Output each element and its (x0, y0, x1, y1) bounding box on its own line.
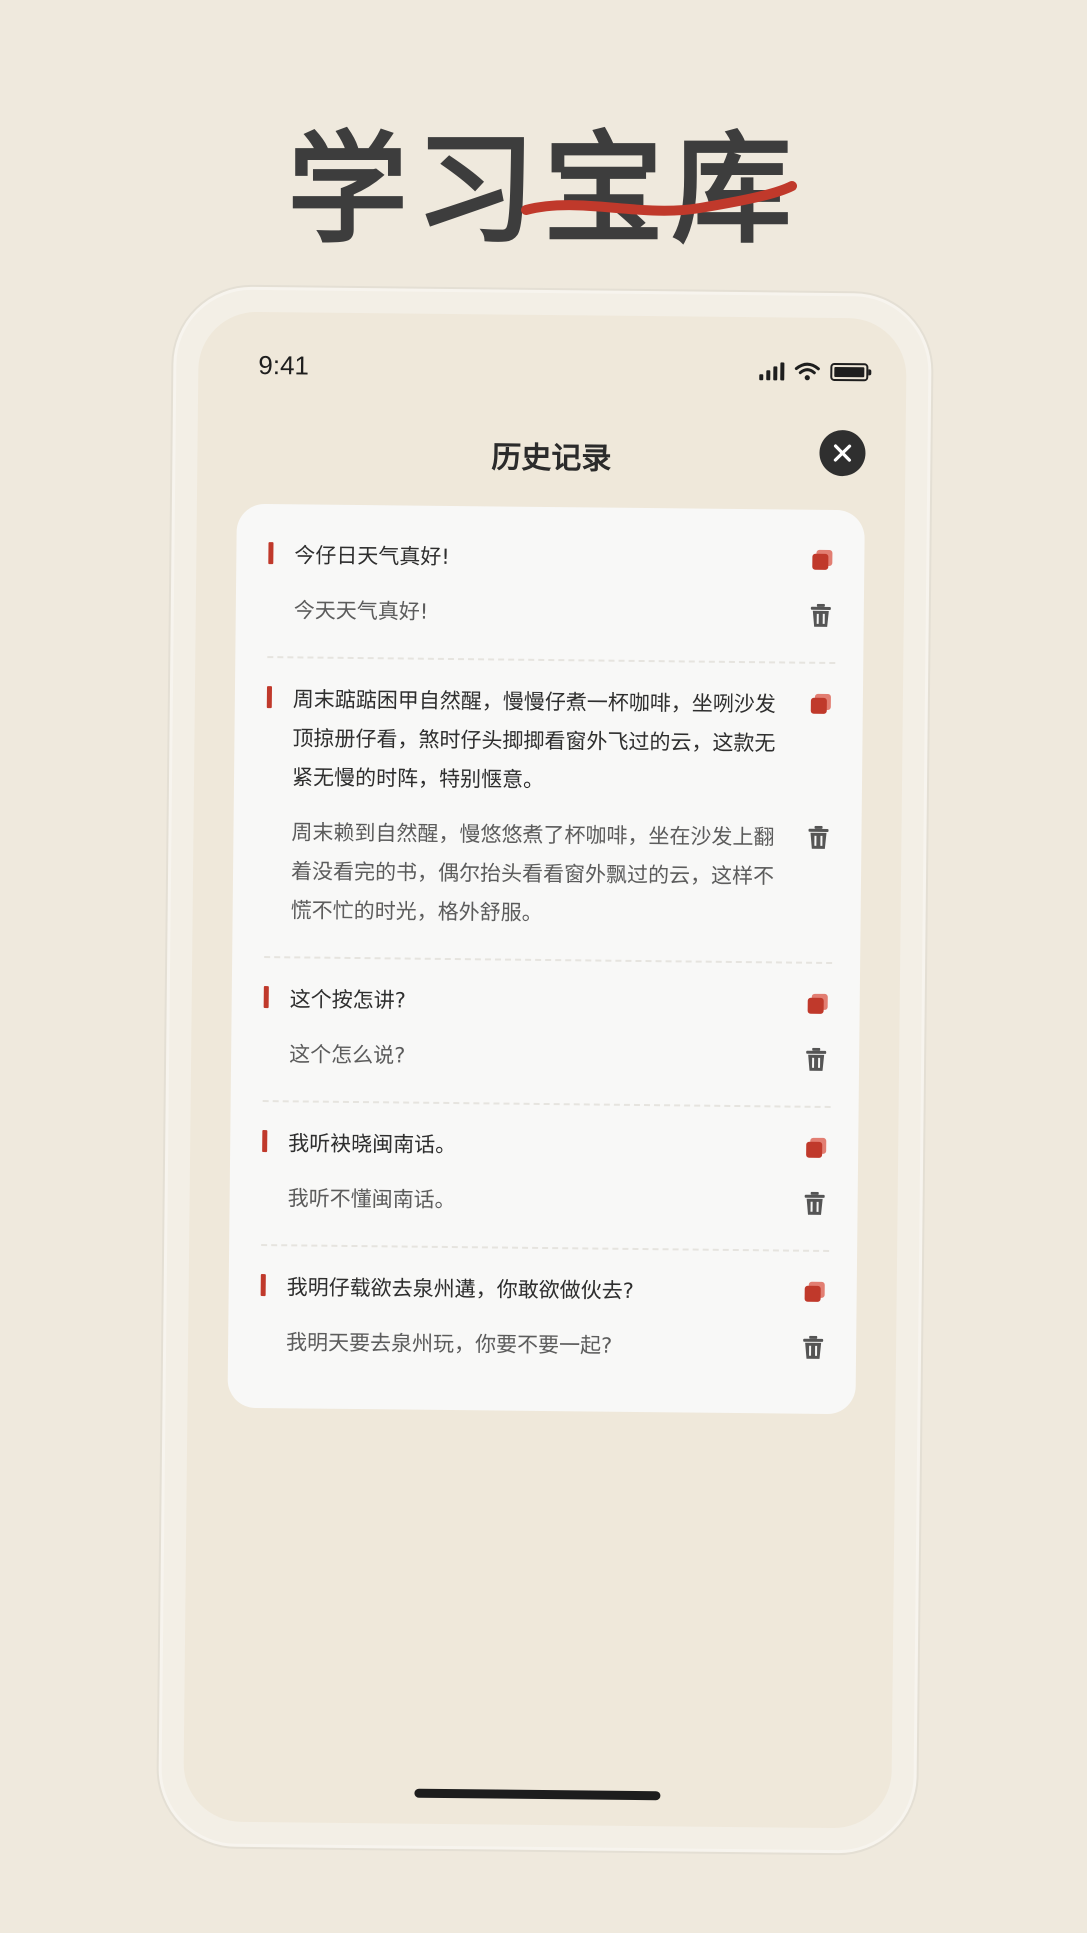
title-underline-brushstroke (521, 181, 797, 216)
copy-icon[interactable] (810, 548, 834, 572)
entry-translation-text: 我听不懂闽南话。 (287, 1186, 456, 1213)
status-bar: 9:41 (198, 349, 906, 396)
history-entry: 周末踮踮困甲自然醒，慢慢仔煮一杯咖啡，坐咧沙发顶掠册仔看，煞时仔头揤揤看窗外飞过… (264, 658, 836, 965)
trash-icon[interactable] (805, 1047, 827, 1072)
copy-icon[interactable] (806, 992, 830, 1016)
entry-translation-text: 周末赖到自然醒，慢悠悠煮了杯咖啡，坐在沙发上翻着没看完的书，偶尔抬头看看窗外飘过… (290, 820, 775, 925)
copy-icon[interactable] (809, 692, 833, 716)
entry-original-text: 我明仔载欲去泉州遘，你敢欲做伙去? (286, 1275, 634, 1303)
home-indicator[interactable] (414, 1788, 661, 1801)
entry-original-text: 这个按怎讲? (289, 987, 407, 1013)
status-icons (759, 361, 869, 382)
cellular-signal-icon (759, 362, 785, 381)
entry-translation-text: 今天天气真好! (293, 598, 429, 624)
history-entry: 这个按怎讲? 这个怎么说? (262, 958, 833, 1108)
entry-original-text: 我听袂晓闽南话。 (288, 1131, 457, 1158)
history-list: 今仔日天气真好! 今天天气真好! 周末踮踮困甲自然醒，慢慢仔煮一杯咖啡，坐咧沙发… (227, 503, 865, 1415)
entry-translation-text: 我明天要去泉州玩，你要不要一起? (286, 1330, 613, 1358)
copy-icon[interactable] (803, 1280, 827, 1304)
close-icon (833, 444, 852, 462)
close-button[interactable] (819, 429, 866, 477)
entry-translation-text: 这个怎么说? (289, 1042, 406, 1068)
history-entry: 今仔日天气真好! 今天天气真好! (267, 514, 837, 665)
trash-icon[interactable] (803, 1191, 825, 1216)
entry-original-text: 今仔日天气真好! (294, 543, 450, 569)
battery-icon (830, 362, 869, 382)
history-entry: 我听袂晓闽南话。 我听不懂闽南话。 (261, 1102, 831, 1252)
entry-marker (266, 686, 273, 709)
phone-screen: 9:41 历史记录 今仔日天气真好! 今天天气真好! 周末踮踮困甲自然醒，慢慢仔… (183, 311, 907, 1829)
trash-icon[interactable] (810, 603, 832, 628)
status-time: 9:41 (258, 349, 310, 381)
phone-frame: 9:41 历史记录 今仔日天气真好! 今天天气真好! 周末踮踮困甲自然醒，慢慢仔… (157, 286, 933, 1854)
copy-icon[interactable] (804, 1136, 828, 1160)
trash-icon[interactable] (807, 825, 829, 850)
entry-marker (260, 1274, 266, 1297)
trash-icon[interactable] (802, 1335, 824, 1360)
entry-marker (262, 1130, 268, 1153)
history-entry: 我明仔载欲去泉州遘，你敢欲做伙去? 我明天要去泉州玩，你要不要一起? (260, 1246, 829, 1394)
page-title: 历史记录 (491, 440, 612, 477)
entry-original-text: 周末踮踮困甲自然醒，慢慢仔煮一杯咖啡，坐咧沙发顶掠册仔看，煞时仔头揤揤看窗外飞过… (291, 687, 776, 792)
entry-marker (263, 986, 269, 1009)
entry-marker (268, 542, 274, 565)
wifi-icon (794, 362, 820, 381)
